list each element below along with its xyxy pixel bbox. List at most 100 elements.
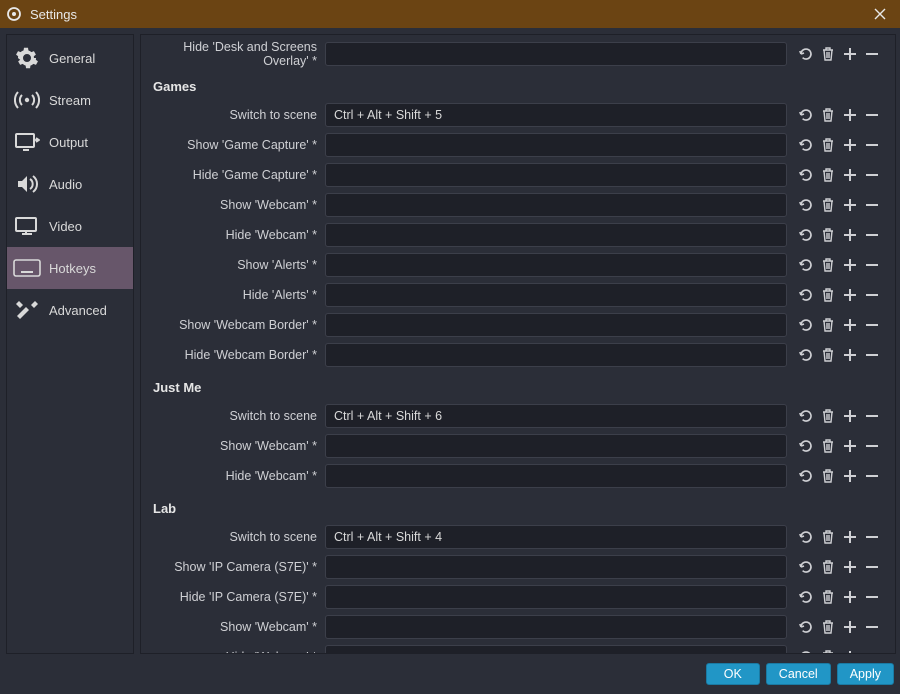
hotkey-remove-button[interactable]	[863, 166, 881, 184]
hotkey-undo-button[interactable]	[797, 558, 815, 576]
sidebar-item-advanced[interactable]: Advanced	[7, 289, 133, 331]
hotkey-clear-button[interactable]	[819, 407, 837, 425]
hotkey-add-button[interactable]	[841, 226, 859, 244]
hotkey-remove-button[interactable]	[863, 256, 881, 274]
hotkey-add-button[interactable]	[841, 286, 859, 304]
hotkey-undo-button[interactable]	[797, 166, 815, 184]
cancel-button[interactable]: Cancel	[766, 663, 831, 685]
sidebar-item-stream[interactable]: Stream	[7, 79, 133, 121]
hotkey-input[interactable]	[325, 42, 787, 66]
hotkey-clear-button[interactable]	[819, 618, 837, 636]
hotkey-input[interactable]	[325, 163, 787, 187]
hotkey-remove-button[interactable]	[863, 588, 881, 606]
hotkey-input[interactable]	[325, 404, 787, 428]
hotkey-input[interactable]	[325, 223, 787, 247]
hotkey-add-button[interactable]	[841, 407, 859, 425]
hotkey-add-button[interactable]	[841, 256, 859, 274]
hotkey-remove-button[interactable]	[863, 346, 881, 364]
hotkey-input[interactable]	[325, 253, 787, 277]
hotkey-add-button[interactable]	[841, 467, 859, 485]
hotkey-input[interactable]	[325, 343, 787, 367]
hotkey-remove-button[interactable]	[863, 528, 881, 546]
hotkey-remove-button[interactable]	[863, 467, 881, 485]
hotkey-undo-button[interactable]	[797, 528, 815, 546]
hotkey-input[interactable]	[325, 434, 787, 458]
hotkey-undo-button[interactable]	[797, 316, 815, 334]
ok-button[interactable]: OK	[706, 663, 760, 685]
hotkey-clear-button[interactable]	[819, 256, 837, 274]
hotkey-clear-button[interactable]	[819, 166, 837, 184]
hotkey-input[interactable]	[325, 133, 787, 157]
hotkey-undo-button[interactable]	[797, 346, 815, 364]
hotkey-remove-button[interactable]	[863, 407, 881, 425]
hotkey-remove-button[interactable]	[863, 136, 881, 154]
hotkey-clear-button[interactable]	[819, 588, 837, 606]
hotkey-input[interactable]	[325, 193, 787, 217]
hotkey-undo-button[interactable]	[797, 196, 815, 214]
hotkey-undo-button[interactable]	[797, 588, 815, 606]
hotkey-undo-button[interactable]	[797, 648, 815, 653]
hotkey-input[interactable]	[325, 313, 787, 337]
hotkey-add-button[interactable]	[841, 45, 859, 63]
hotkey-clear-button[interactable]	[819, 196, 837, 214]
sidebar-item-video[interactable]: Video	[7, 205, 133, 247]
hotkey-undo-button[interactable]	[797, 256, 815, 274]
hotkey-input[interactable]	[325, 645, 787, 653]
hotkey-remove-button[interactable]	[863, 45, 881, 63]
hotkey-undo-button[interactable]	[797, 437, 815, 455]
hotkey-clear-button[interactable]	[819, 45, 837, 63]
window-close-button[interactable]	[866, 0, 894, 28]
hotkey-clear-button[interactable]	[819, 286, 837, 304]
hotkey-add-button[interactable]	[841, 558, 859, 576]
hotkey-remove-button[interactable]	[863, 558, 881, 576]
hotkey-input[interactable]	[325, 103, 787, 127]
hotkey-undo-button[interactable]	[797, 467, 815, 485]
hotkey-remove-button[interactable]	[863, 648, 881, 653]
hotkey-add-button[interactable]	[841, 196, 859, 214]
sidebar-item-hotkeys[interactable]: Hotkeys	[7, 247, 133, 289]
hotkey-clear-button[interactable]	[819, 136, 837, 154]
hotkey-clear-button[interactable]	[819, 106, 837, 124]
hotkey-remove-button[interactable]	[863, 196, 881, 214]
hotkey-undo-button[interactable]	[797, 286, 815, 304]
hotkey-clear-button[interactable]	[819, 467, 837, 485]
hotkey-input[interactable]	[325, 585, 787, 609]
hotkey-undo-button[interactable]	[797, 136, 815, 154]
hotkey-input[interactable]	[325, 525, 787, 549]
sidebar-item-output[interactable]: Output	[7, 121, 133, 163]
hotkey-clear-button[interactable]	[819, 648, 837, 653]
hotkey-input[interactable]	[325, 464, 787, 488]
hotkey-input[interactable]	[325, 283, 787, 307]
sidebar-item-general[interactable]: General	[7, 37, 133, 79]
hotkey-input[interactable]	[325, 555, 787, 579]
hotkey-add-button[interactable]	[841, 346, 859, 364]
hotkey-add-button[interactable]	[841, 588, 859, 606]
hotkeys-content[interactable]: Hide 'Desk and Screens Overlay' *GamesSw…	[141, 35, 883, 653]
hotkey-remove-button[interactable]	[863, 286, 881, 304]
hotkey-undo-button[interactable]	[797, 226, 815, 244]
hotkey-add-button[interactable]	[841, 648, 859, 653]
hotkey-remove-button[interactable]	[863, 437, 881, 455]
sidebar-item-audio[interactable]: Audio	[7, 163, 133, 205]
apply-button[interactable]: Apply	[837, 663, 894, 685]
hotkey-remove-button[interactable]	[863, 226, 881, 244]
hotkey-add-button[interactable]	[841, 437, 859, 455]
hotkey-add-button[interactable]	[841, 136, 859, 154]
hotkey-remove-button[interactable]	[863, 316, 881, 334]
hotkey-undo-button[interactable]	[797, 618, 815, 636]
hotkey-clear-button[interactable]	[819, 316, 837, 334]
hotkey-add-button[interactable]	[841, 528, 859, 546]
hotkey-undo-button[interactable]	[797, 45, 815, 63]
hotkey-remove-button[interactable]	[863, 106, 881, 124]
hotkey-add-button[interactable]	[841, 316, 859, 334]
hotkey-clear-button[interactable]	[819, 226, 837, 244]
hotkey-clear-button[interactable]	[819, 558, 837, 576]
hotkey-clear-button[interactable]	[819, 528, 837, 546]
hotkey-add-button[interactable]	[841, 166, 859, 184]
hotkey-undo-button[interactable]	[797, 407, 815, 425]
hotkey-remove-button[interactable]	[863, 618, 881, 636]
hotkey-clear-button[interactable]	[819, 346, 837, 364]
hotkey-input[interactable]	[325, 615, 787, 639]
hotkey-undo-button[interactable]	[797, 106, 815, 124]
hotkey-add-button[interactable]	[841, 106, 859, 124]
